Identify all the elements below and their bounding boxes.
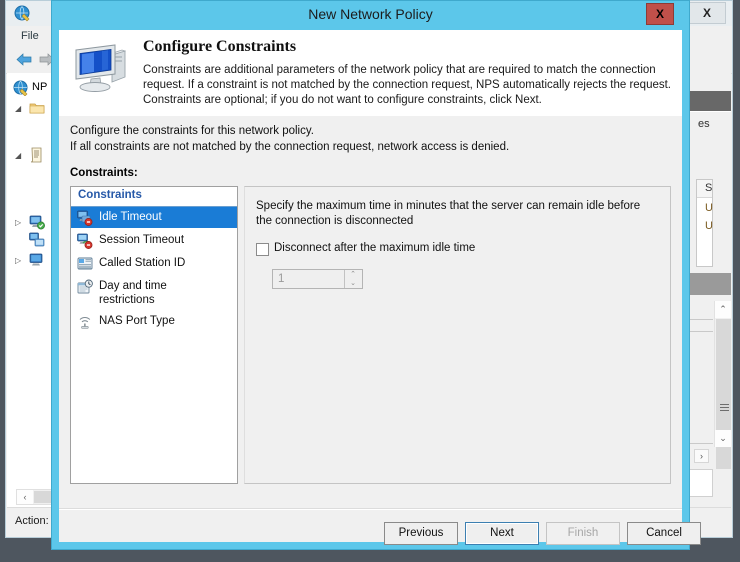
sidebar-item-label: NAS Port Type [99,315,175,327]
expand-triangle-icon[interactable]: ▷ [15,218,24,227]
policy-document-icon [30,147,42,163]
folder-icon [29,103,45,114]
console-close-button[interactable]: X [688,2,726,24]
details-text-fragment: es [698,118,710,130]
wizard-header: Configure Constraints Constraints are ad… [59,30,682,116]
table-column-header: S [705,182,713,194]
details-table-header: S [697,180,712,198]
details-table[interactable]: S U U [696,179,713,267]
dialog-title: New Network Policy [308,6,433,22]
table-row: U [705,220,713,232]
dialog-body: Configure Constraints Constraints are ad… [59,30,701,545]
expand-triangle-icon[interactable]: ▷ [15,256,24,265]
constraint-detail-panel: Specify the maximum time in minutes that… [244,186,671,484]
cancel-button[interactable]: Cancel [627,522,701,545]
collapse-triangle-icon[interactable]: ◢ [15,104,24,113]
called-station-id-icon [77,257,93,270]
next-button[interactable]: Next [465,522,539,545]
tree-item-label: NP [32,81,48,93]
previous-button[interactable]: Previous [384,522,458,545]
nps-globe-icon [13,80,28,96]
day-time-restrictions-icon [77,279,93,294]
sidebar-item-label: Session Timeout [99,234,185,246]
wizard-page-description: Constraints are additional parameters of… [143,64,672,106]
action-menu-label[interactable]: Action: [15,515,49,527]
details-vertical-scrollbar[interactable]: ⌃ ⌄ [714,301,731,469]
wizard-page-title: Configure Constraints [143,38,297,55]
network-policy-ok-icon [29,215,45,230]
sidebar-item-label: Day and time restrictions [99,280,167,306]
scrollbar-grip-icon [720,404,729,411]
back-arrow-icon[interactable] [16,52,33,67]
button-bar-separator [59,508,682,510]
session-timeout-icon [77,233,93,249]
constraints-listbox[interactable]: Constraints Idle Timeout Session Timeout… [70,186,238,484]
stepper-buttons[interactable]: ⌃ ⌄ [344,270,362,288]
sidebar-item-day-and-time-restrictions[interactable]: Day and time restrictions [71,276,237,308]
subheader-line-1: Configure the constraints for this netwo… [70,125,314,137]
finish-button: Finish [546,522,620,545]
computer-monitor-icon [75,44,127,92]
scroll-left-icon[interactable]: ‹ [17,490,33,504]
scroll-down-icon[interactable]: ⌄ [715,430,731,447]
spinner-up-icon[interactable]: ⌃ [345,270,361,279]
dialog-close-button[interactable]: X [646,3,674,25]
spinner-down-icon[interactable]: ⌄ [345,279,361,288]
details-expander-button[interactable]: › [694,449,709,463]
constraints-list-header: Constraints [71,187,237,207]
table-row: U [705,202,713,214]
idle-timeout-icon [77,210,93,226]
disconnect-after-idle-checkbox[interactable] [256,243,269,256]
idle-timeout-minutes-value: 1 [278,273,285,285]
connection-request-policy-icon [29,232,45,247]
disconnect-after-idle-label: Disconnect after the maximum idle time [274,242,476,254]
sidebar-item-nas-port-type[interactable]: NAS Port Type [71,311,237,332]
idle-timeout-minutes-stepper[interactable]: 1 ⌃ ⌄ [272,269,363,289]
nas-port-type-icon [79,317,91,329]
sidebar-item-called-station-id[interactable]: Called Station ID [71,253,237,274]
dialog-titlebar: New Network Policy X [52,1,689,30]
scroll-up-icon[interactable]: ⌃ [715,301,731,318]
nps-globe-icon [14,5,30,22]
sidebar-item-label: Called Station ID [99,257,186,269]
sidebar-item-label: Idle Timeout [99,211,162,223]
computer-icon [29,253,43,266]
constraint-detail-description: Specify the maximum time in minutes that… [256,200,641,227]
new-network-policy-dialog: New Network Policy X Configure Constrain… [52,1,701,549]
subheader-line-2: If all constraints are not matched by th… [70,141,510,153]
sidebar-item-session-timeout[interactable]: Session Timeout [71,230,237,251]
sidebar-item-idle-timeout[interactable]: Idle Timeout [71,207,237,228]
wizard-subheader: Configure the constraints for this netwo… [59,116,682,164]
menu-item-file[interactable]: File [16,29,44,43]
constraints-list-header-label: Constraints [78,189,142,201]
constraints-label: Constraints: [70,167,138,179]
collapse-triangle-icon[interactable]: ◢ [15,151,24,160]
